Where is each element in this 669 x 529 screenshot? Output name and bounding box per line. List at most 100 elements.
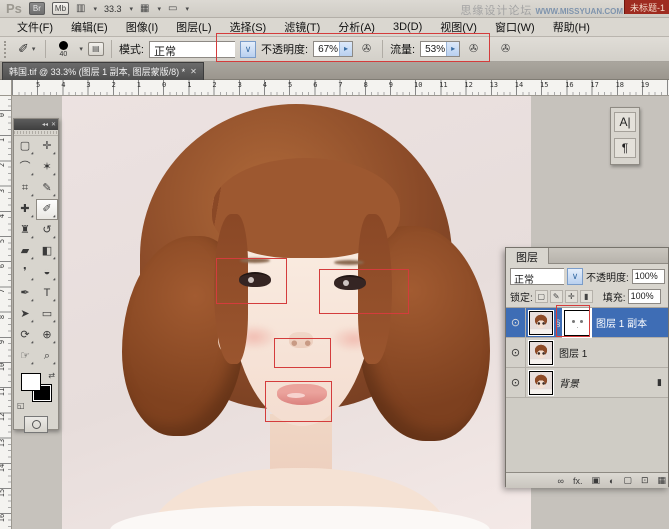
default-colors-icon[interactable]: ◱ (17, 401, 25, 410)
menu-item[interactable]: 图层(L) (167, 17, 220, 37)
menu-item[interactable]: 编辑(E) (62, 17, 117, 37)
h-ruler-number: 16 (565, 81, 574, 89)
view-extras-icon[interactable]: ▭ (168, 3, 177, 14)
path-selection-tool[interactable]: ➤ (14, 304, 36, 325)
layer-opacity-value[interactable]: 100% (631, 269, 665, 284)
lock-transparency-icon[interactable]: ▢ (534, 290, 548, 303)
eraser-tool[interactable]: ▰ (14, 241, 36, 262)
tablet-pressure-size-icon[interactable]: ✇ (497, 41, 514, 57)
menu-item[interactable]: 窗口(W) (486, 17, 544, 37)
zoom-tool[interactable]: ⌕ (36, 346, 58, 367)
collapse-panel-icon[interactable]: ◂◂ (42, 121, 48, 128)
arrange-documents-icon[interactable]: ▥ (76, 3, 85, 14)
v-ruler-number: 9 (0, 337, 6, 347)
add-layer-mask-icon[interactable]: ▣ (591, 475, 600, 486)
layers-tab[interactable]: 图层 (506, 248, 549, 264)
portrait-photo[interactable] (62, 96, 531, 529)
menu-item[interactable]: 图像(I) (117, 17, 167, 37)
mini-bridge-button[interactable]: Mb (51, 2, 70, 15)
bridge-button[interactable]: Br (28, 2, 45, 15)
lasso-tool[interactable]: ⌒ (14, 157, 36, 178)
right-eye-highlight-box (319, 269, 409, 314)
3d-orbit-tool[interactable]: ⊕ (36, 325, 58, 346)
visibility-toggle-icon[interactable]: ⊙ (506, 308, 526, 338)
visibility-toggle-icon[interactable]: ⊙ (506, 337, 526, 368)
clone-stamp-tool[interactable]: ♜ (14, 220, 36, 241)
eyedropper-tool[interactable]: ✎ (36, 178, 58, 199)
options-bar-grip (4, 40, 8, 58)
lock-paint-icon[interactable]: ✎ (549, 290, 563, 303)
horizontal-type-tool[interactable]: T (36, 283, 58, 304)
gradient-tool[interactable]: ◧ (36, 241, 58, 262)
fill-value[interactable]: 100% (627, 289, 661, 304)
brush-preset-arrow-icon[interactable]: ▾ (79, 45, 83, 53)
v-ruler-number: 11 (0, 387, 6, 397)
toolbox-header[interactable]: ◂◂ ✕ (14, 119, 58, 130)
layers-panel: 图层 正常 ∨ 不透明度: 100% 锁定: ▢ ✎ ✛ ▮ 填充: 100% ⊙ § 图… (505, 247, 669, 488)
layer-effects-icon[interactable]: fx. (573, 476, 583, 486)
toggle-brushes-panel-button[interactable]: ▤ (87, 42, 104, 56)
lock-all-icon[interactable]: ▮ (579, 290, 593, 303)
layer-blend-dropdown-icon[interactable]: ∨ (567, 268, 583, 285)
layer-group-icon[interactable]: ▢ (623, 475, 632, 486)
paragraph-panel-button[interactable]: ¶ (614, 138, 636, 158)
link-layers-icon[interactable]: ∞ (558, 476, 564, 486)
h-ruler-number: 6 (313, 81, 318, 89)
blur-tool[interactable]: ❜ (14, 262, 36, 283)
untitled-document-tab[interactable]: 未标题-1 (623, 0, 669, 14)
delete-layer-icon[interactable]: ▦ (657, 475, 666, 486)
h-ruler-number: 2 (212, 81, 217, 89)
new-layer-icon[interactable]: ⊡ (641, 475, 649, 486)
h-ruler-number: 0 (162, 81, 167, 89)
quick-mask-button[interactable] (24, 416, 48, 433)
lock-buttons: ▢ ✎ ✛ ▮ (534, 290, 593, 303)
layer-row[interactable]: ⊙ 背景 ▮ (506, 367, 668, 398)
close-document-icon[interactable]: ✕ (190, 67, 197, 76)
magic-wand-tool[interactable]: ✶ (36, 157, 58, 178)
h-ruler-number: 7 (338, 81, 343, 89)
swap-colors-icon[interactable]: ⇄ (48, 371, 55, 380)
foreground-color-swatch[interactable] (21, 373, 41, 391)
spot-healing-brush-tool[interactable]: ✚ (14, 199, 36, 220)
h-ruler-number: 10 (414, 81, 423, 89)
menu-item[interactable]: 文件(F) (8, 17, 62, 37)
move-tool[interactable]: ✛ (36, 136, 58, 157)
rectangular-marquee-tool[interactable]: ▢ (14, 136, 36, 157)
rectangle-tool[interactable]: ▭ (36, 304, 58, 325)
pen-tool[interactable]: ✒ (14, 283, 36, 304)
crop-tool[interactable]: ⌗ (14, 178, 36, 199)
lock-position-icon[interactable]: ✛ (564, 290, 578, 303)
view-extras-arrow-icon[interactable]: ▾ (185, 5, 189, 13)
options-bar-highlight-box (216, 33, 490, 62)
brush-size-value: 40 (59, 50, 68, 58)
3d-rotate-tool[interactable]: ⟳ (14, 325, 36, 346)
dodge-tool[interactable]: ◒ (36, 262, 58, 283)
arrange-documents-arrow-icon[interactable]: ▾ (93, 5, 97, 13)
visibility-toggle-icon[interactable]: ⊙ (506, 367, 526, 398)
screen-mode-icon[interactable]: ▦ (140, 3, 149, 14)
history-brush-tool[interactable]: ↺ (36, 220, 58, 241)
ruler-corner[interactable] (0, 80, 12, 96)
horizontal-ruler[interactable]: 5 4 3 2 1 0 1 2 3 4 5 6 7 8 9 10 11 12 13 14 15 16 17 18 19 (12, 80, 669, 96)
screen-mode-arrow-icon[interactable]: ▾ (158, 5, 162, 13)
brush-tool[interactable]: ✐ (36, 199, 58, 220)
layers-panel-tab-row: 图层 (506, 248, 668, 264)
brush-preset-picker[interactable]: 40 (53, 40, 73, 58)
document-tab[interactable]: 韩国.tif @ 33.3% (图层 1 副本, 图层蒙版/8) * ✕ (2, 62, 204, 80)
close-panel-icon[interactable]: ✕ (51, 121, 56, 128)
zoom-level-value[interactable]: 33.3 (104, 4, 122, 14)
menu-item[interactable]: 帮助(H) (544, 17, 599, 37)
options-separator (45, 40, 47, 58)
type-panel-dock: A| ¶ (610, 107, 640, 165)
v-ruler-number: 10 (0, 362, 6, 372)
tool-preset-picker[interactable]: ✐ ▾ (15, 40, 38, 58)
adjustment-layer-icon[interactable]: ◐ (609, 476, 614, 486)
layer-row[interactable]: ⊙ 图层 1 (506, 337, 668, 368)
v-ruler-number: 8 (0, 312, 6, 322)
character-panel-button[interactable]: A| (614, 112, 636, 132)
h-ruler-number: 3 (237, 81, 242, 89)
vertical-ruler[interactable]: 012345678910111213141516 (0, 96, 12, 529)
hand-tool[interactable]: ☞ (14, 346, 36, 367)
layer-blend-mode-value[interactable]: 正常 (510, 268, 564, 286)
zoom-level-arrow-icon[interactable]: ▾ (130, 5, 134, 13)
